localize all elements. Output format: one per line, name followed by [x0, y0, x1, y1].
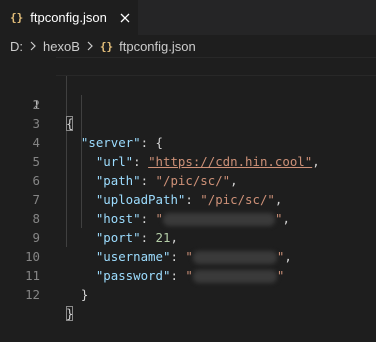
code-line: 2	[0, 76, 376, 112]
tab-label: ftpconfig.json	[30, 10, 107, 25]
code-line: 5 "path": "/pic/sc/",	[0, 133, 376, 188]
brace-close: }	[80, 287, 89, 302]
tab-bar: {} ftpconfig.json	[0, 0, 376, 35]
chevron-right-icon	[86, 40, 94, 52]
code-line: 9 "username": " ",	[0, 209, 376, 264]
breadcrumb: D: hexoB {} ftpconfig.json	[0, 35, 376, 57]
code-line: 3 "server": {	[0, 95, 376, 150]
json-file-icon: {}	[10, 11, 24, 24]
tab-ftpconfig[interactable]: {} ftpconfig.json	[0, 0, 138, 35]
code-line: 6 "uploadPath": "/pic/sc/",	[0, 152, 376, 207]
code-line: 7 "host": " ",	[0, 171, 376, 226]
code-line: 11 }	[0, 247, 376, 302]
code-line: 8 "port": 21,	[0, 190, 376, 245]
code-line: 4 "url": "https://cdn.hin.cool",	[0, 114, 376, 169]
code-line: 1 {	[0, 57, 376, 131]
brace-close: }	[66, 306, 74, 321]
code-line: 10 "password": " "	[0, 228, 376, 283]
current-line-highlight	[56, 57, 376, 76]
breadcrumb-drive[interactable]: D:	[10, 39, 23, 54]
breadcrumb-file[interactable]: ftpconfig.json	[119, 39, 196, 54]
code-editor[interactable]: 1 { 2 3 "server": { 4 "url": "https://cd…	[0, 57, 376, 328]
code-line: 12 }	[0, 266, 376, 321]
breadcrumb-folder[interactable]: hexoB	[43, 39, 80, 54]
close-icon[interactable]	[117, 10, 133, 26]
chevron-right-icon	[29, 40, 37, 52]
line-number: 12	[25, 287, 40, 302]
json-file-icon: {}	[99, 39, 114, 53]
